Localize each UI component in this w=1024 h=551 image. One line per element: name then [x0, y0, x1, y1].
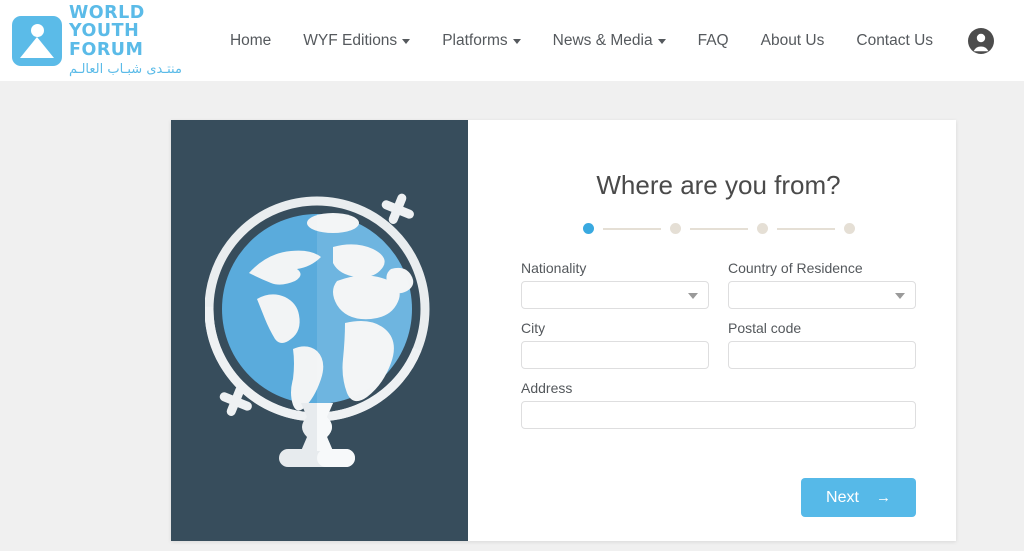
main-navigation: Home WYF Editions Platforms News & Media… [214, 26, 995, 56]
country-of-residence-select-wrap [728, 281, 916, 309]
next-button-label: Next [826, 488, 859, 506]
nav-item-about-us[interactable]: About Us [745, 26, 841, 56]
arrow-right-icon: → [875, 489, 891, 506]
logo-arabic-text: منتـدى شبـاب العالـم [69, 62, 182, 78]
field-label-city: City [521, 320, 546, 336]
postal-code-input[interactable] [728, 341, 916, 369]
country-of-residence-select[interactable] [728, 281, 916, 309]
site-logo[interactable]: WORLD YOUTH FORUM منتـدى شبـاب العالـم [12, 2, 182, 78]
logo-line-world: WORLD [69, 2, 145, 23]
nav-item-contact-us[interactable]: Contact Us [840, 26, 949, 56]
chevron-down-icon [402, 39, 411, 44]
step-dot-2[interactable] [669, 223, 681, 234]
card-form-panel: Where are you from? Nationality Country … [468, 120, 956, 541]
step-connector-2 [689, 227, 748, 230]
chevron-down-icon [657, 39, 666, 44]
account-circle-icon[interactable] [967, 27, 995, 55]
page-title: Where are you from? [596, 170, 841, 200]
registration-card: Where are you from? Nationality Country … [171, 120, 956, 541]
field-address: Address [521, 380, 916, 429]
logo-person-body-shape [20, 36, 54, 58]
city-input[interactable] [521, 341, 709, 369]
field-nationality: Nationality [521, 260, 709, 309]
logo-line-forum: FORUM [69, 39, 144, 60]
field-country-of-residence: Country of Residence [728, 260, 916, 309]
field-city: City [521, 320, 709, 369]
form-footer: Next → [801, 478, 916, 517]
field-postal-code: Postal code [728, 320, 916, 369]
step-dot-3[interactable] [756, 223, 768, 234]
nav-item-platforms[interactable]: Platforms [426, 26, 536, 56]
site-header: WORLD YOUTH FORUM منتـدى شبـاب العالـم H… [0, 0, 1024, 81]
step-dot-4[interactable] [843, 223, 855, 234]
field-row-nationality-residence: Nationality Country of Residence [521, 260, 916, 309]
nationality-select[interactable] [521, 281, 709, 309]
nationality-select-wrap [521, 281, 709, 309]
step-connector-3 [776, 227, 835, 230]
nav-item-label: Platforms [442, 31, 508, 49]
field-label-address: Address [521, 380, 573, 396]
nav-item-label: Home [229, 31, 272, 49]
field-label-nationality: Nationality [521, 260, 587, 276]
field-label-postal-code: Postal code [728, 320, 802, 336]
nav-item-wyf-editions[interactable]: WYF Editions [287, 26, 426, 56]
chevron-down-icon [512, 39, 521, 44]
nav-item-label: FAQ [697, 31, 729, 49]
field-row-city-postal: City Postal code [521, 320, 916, 369]
logo-person-head-shape [30, 23, 44, 37]
field-label-country-of-residence: Country of Residence [728, 260, 863, 276]
logo-text: WORLD YOUTH FORUM منتـدى شبـاب العالـم [69, 2, 182, 78]
nav-item-label: WYF Editions [303, 31, 398, 49]
card-illustration-panel [171, 120, 468, 541]
nav-item-label: News & Media [552, 31, 653, 49]
globe-on-stand-icon [204, 193, 429, 467]
address-input[interactable] [521, 401, 916, 429]
progress-stepper [521, 223, 916, 234]
nav-item-label: Contact Us [856, 31, 934, 49]
nav-item-home[interactable]: Home [214, 26, 287, 56]
wyf-logo-icon [12, 15, 62, 66]
step-dot-1[interactable] [582, 223, 594, 234]
nav-item-label: About Us [760, 31, 825, 49]
field-row-address: Address [521, 380, 916, 429]
step-connector-1 [602, 227, 661, 230]
next-button[interactable]: Next → [801, 478, 916, 517]
nav-item-news-media[interactable]: News & Media [537, 26, 682, 56]
nav-item-faq[interactable]: FAQ [682, 26, 745, 56]
logo-line-youth: YOUTH [69, 21, 140, 42]
